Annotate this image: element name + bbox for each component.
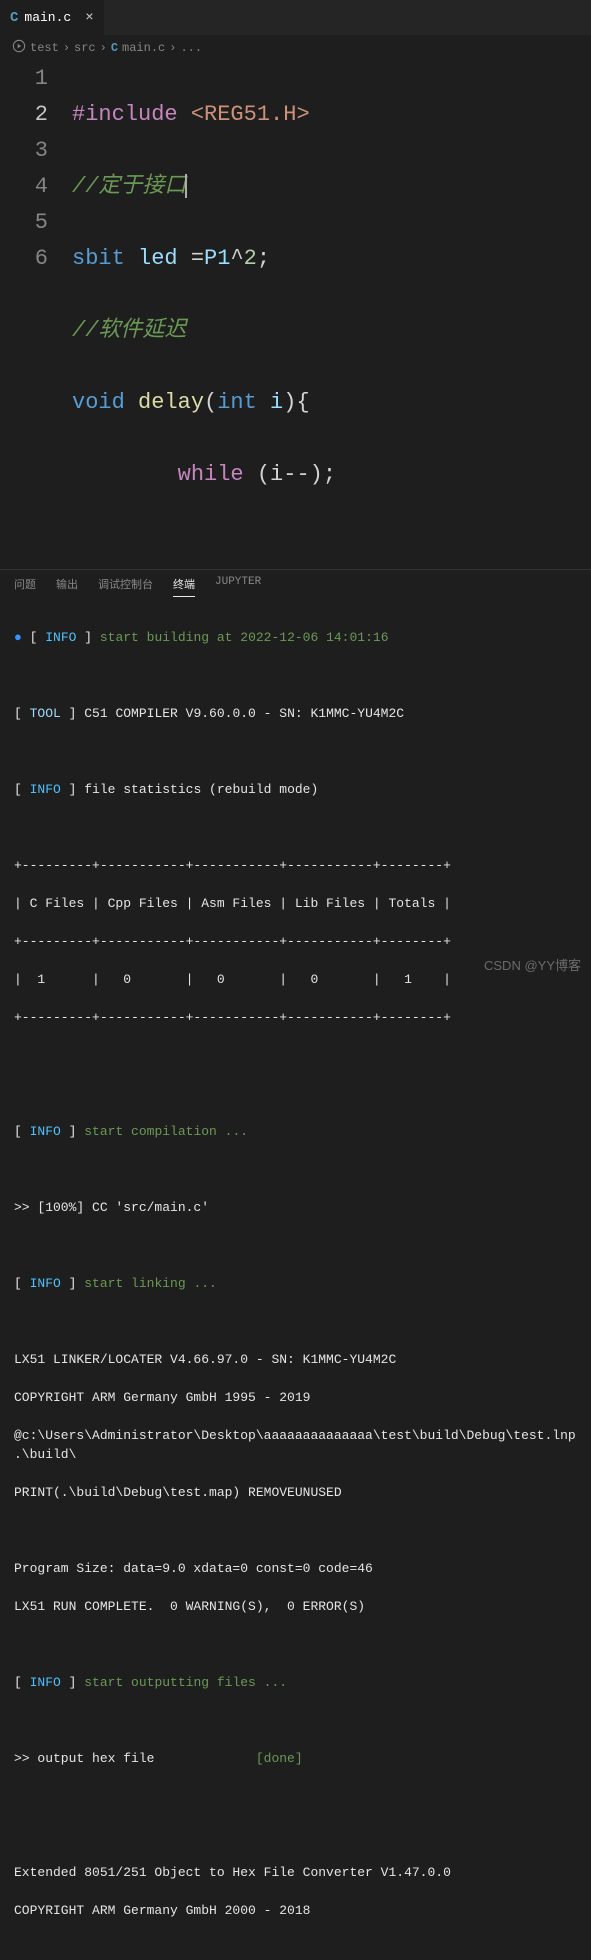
close-icon[interactable]: × xyxy=(85,10,93,26)
term-text: INFO xyxy=(30,1124,61,1139)
token-comment: //软件延迟 xyxy=(72,318,186,343)
term-text: @c:\Users\Administrator\Desktop\aaaaaaaa… xyxy=(14,1426,577,1464)
line-number: 2 xyxy=(0,97,48,133)
term-text: TOOL xyxy=(30,706,61,721)
tab-filename: main.c xyxy=(24,10,71,25)
token-op: = xyxy=(178,246,204,271)
panel-tabs: 问题 输出 调试控制台 终端 JUPYTER xyxy=(0,570,591,603)
token-header: <REG51.H> xyxy=(191,102,310,127)
token-var: P1 xyxy=(204,246,230,271)
tab-output[interactable]: 输出 xyxy=(56,576,78,597)
term-text: INFO xyxy=(30,1675,61,1690)
bottom-panel: 问题 输出 调试控制台 终端 JUPYTER ● [ INFO ] start … xyxy=(0,569,591,1960)
token-keyword: while xyxy=(178,462,244,487)
term-text: Program Size: data=9.0 xdata=0 const=0 c… xyxy=(14,1559,577,1578)
token-op: ^ xyxy=(230,246,243,271)
term-text: [ xyxy=(14,1124,30,1139)
token-comment: //定于接口 xyxy=(72,174,186,199)
tab-bar: C main.c × xyxy=(0,0,591,35)
term-text: Extended 8051/251 Object to Hex File Con… xyxy=(14,1863,577,1882)
term-text: INFO xyxy=(30,1276,61,1291)
c-file-icon: C xyxy=(10,10,18,26)
term-text: start compilation ... xyxy=(84,1124,248,1139)
term-text: COPYRIGHT ARM Germany GmbH 1995 - 2019 xyxy=(14,1388,577,1407)
term-text: start outputting files ... xyxy=(84,1675,287,1690)
term-text: [done] xyxy=(256,1751,303,1766)
breadcrumb: test › src › C main.c › ... xyxy=(0,35,591,61)
term-text: >> [100%] CC 'src/main.c' xyxy=(14,1198,577,1217)
watermark: CSDN @YY博客 xyxy=(484,955,581,974)
c-file-icon: C xyxy=(111,41,118,55)
term-text: INFO xyxy=(30,782,61,797)
term-text: ] xyxy=(61,1276,84,1291)
chevron-right-icon: › xyxy=(169,41,176,55)
term-text: [ xyxy=(14,706,30,721)
breadcrumb-file[interactable]: main.c xyxy=(122,41,165,55)
token-op: ) xyxy=(283,390,296,415)
token-type: int xyxy=(217,390,257,415)
tab-jupyter[interactable]: JUPYTER xyxy=(215,576,261,597)
breadcrumb-more[interactable]: ... xyxy=(180,41,202,55)
token-op: ; xyxy=(257,246,270,271)
term-text: | C Files | Cpp Files | Asm Files | Lib … xyxy=(14,894,577,913)
term-text: C51 COMPILER V9.60.0.0 - SN: K1MMC-YU4M2… xyxy=(84,706,404,721)
term-text: +---------+-----------+-----------+-----… xyxy=(14,932,577,951)
token-op: (i--); xyxy=(257,462,336,487)
tab-terminal[interactable]: 终端 xyxy=(173,576,195,597)
line-gutter: 1 2 3 4 5 6 xyxy=(0,61,72,565)
line-number: 1 xyxy=(0,61,48,97)
term-text: ] xyxy=(76,630,99,645)
code-editor[interactable]: 1 2 3 4 5 6 #include <REG51.H> //定于接口 sb… xyxy=(0,61,591,569)
tab-problems[interactable]: 问题 xyxy=(14,576,36,597)
term-text: >> output hex file xyxy=(14,1751,256,1766)
term-text: ] xyxy=(61,1675,84,1690)
chevron-right-icon: › xyxy=(63,41,70,55)
tab-debug-console[interactable]: 调试控制台 xyxy=(98,576,153,597)
term-text: COPYRIGHT ARM Germany GmbH 2000 - 2018 xyxy=(14,1901,577,1920)
token-var: led xyxy=(138,246,178,271)
term-text: [ xyxy=(14,1675,30,1690)
token-keyword: sbit xyxy=(72,246,125,271)
term-text: start building at 2022-12-06 14:01:16 xyxy=(100,630,389,645)
token-num: 2 xyxy=(244,246,257,271)
tab-main-c[interactable]: C main.c × xyxy=(0,0,105,35)
token-var: i xyxy=(270,390,283,415)
term-text: start linking ... xyxy=(84,1276,217,1291)
term-text: [ xyxy=(14,1276,30,1291)
term-text: PRINT(.\build\Debug\test.map) REMOVEUNUS… xyxy=(14,1483,577,1502)
terminal-output[interactable]: ● [ INFO ] start building at 2022-12-06 … xyxy=(0,603,591,1960)
term-text: ] xyxy=(61,1124,84,1139)
code-content[interactable]: #include <REG51.H> //定于接口 sbit led =P1^2… xyxy=(72,61,591,565)
term-text: ] xyxy=(61,706,84,721)
term-text: [ xyxy=(30,630,46,645)
term-text: LX51 RUN COMPLETE. 0 WARNING(S), 0 ERROR… xyxy=(14,1597,577,1616)
chevron-right-icon: › xyxy=(100,41,107,55)
line-number: 5 xyxy=(0,205,48,241)
token-type: void xyxy=(72,390,125,415)
breadcrumb-src[interactable]: src xyxy=(74,41,96,55)
token-op: ( xyxy=(204,390,217,415)
term-text: INFO xyxy=(45,630,76,645)
line-number: 3 xyxy=(0,133,48,169)
line-number: 4 xyxy=(0,169,48,205)
term-text: file statistics (rebuild mode) xyxy=(84,782,318,797)
term-text: LX51 LINKER/LOCATER V4.66.97.0 - SN: K1M… xyxy=(14,1350,577,1369)
token-indent xyxy=(72,462,178,487)
term-text: +---------+-----------+-----------+-----… xyxy=(14,1008,577,1027)
line-number: 6 xyxy=(0,241,48,277)
play-icon[interactable] xyxy=(12,39,26,57)
term-text: ] xyxy=(61,782,84,797)
token-include: #include xyxy=(72,102,178,127)
text-cursor xyxy=(185,174,187,198)
term-text: +---------+-----------+-----------+-----… xyxy=(14,856,577,875)
token-op: { xyxy=(296,390,309,415)
breadcrumb-test[interactable]: test xyxy=(30,41,59,55)
token-fn: delay xyxy=(138,390,204,415)
term-text: [ xyxy=(14,782,30,797)
bullet-icon: ● xyxy=(14,630,30,645)
